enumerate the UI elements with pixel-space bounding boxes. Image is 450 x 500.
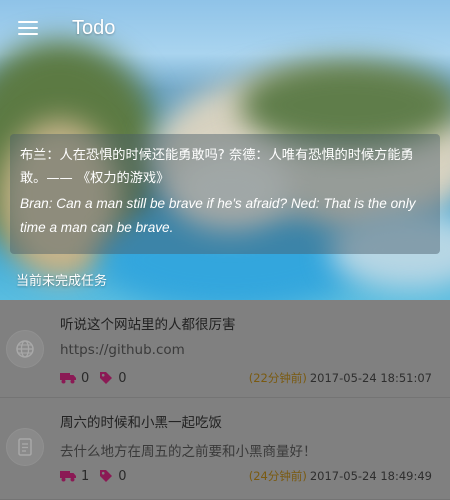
tag-count: 0 <box>118 370 127 386</box>
time-ago: (24分钟前) <box>248 469 307 483</box>
menu-button[interactable] <box>0 0 56 56</box>
task-item[interactable]: 周六的时候和小黑一起吃饭 去什么地方在周五的之前要和小黑商量好！ 1 0 (24… <box>0 398 450 500</box>
quote-english: Bran: Can a man still be brave if he's a… <box>20 196 416 235</box>
globe-icon <box>6 330 44 368</box>
app-bar: Todo <box>0 0 450 56</box>
section-label: 当前未完成任务 <box>16 274 108 289</box>
hamburger-icon <box>18 21 38 35</box>
timestamp: 2017-05-24 18:51:07 <box>309 371 432 385</box>
task-list: 听说这个网站里的人都很厉害 https://github.com 0 0 (22… <box>0 300 450 500</box>
truck-icon <box>60 373 76 384</box>
delivery-count: 0 <box>81 370 90 386</box>
task-title: 周六的时候和小黑一起吃饭 <box>60 415 222 431</box>
task-meta: 0 0 (22分钟前) 2017-05-24 18:51:07 <box>60 370 432 386</box>
header-background: Todo 布兰：人在恐惧的时候还能勇敢吗? 奈德：人唯有恐惧的时候方能勇敢。——… <box>0 0 450 300</box>
tag-count: 0 <box>118 468 127 484</box>
note-icon <box>6 428 44 466</box>
tag-icon <box>100 470 113 482</box>
quote-card: 布兰：人在恐惧的时候还能勇敢吗? 奈德：人唯有恐惧的时候方能勇敢。—— 《权力的… <box>10 134 440 254</box>
delivery-count: 1 <box>81 468 90 484</box>
time-ago: (22分钟前) <box>248 371 307 385</box>
timestamp: 2017-05-24 18:49:49 <box>309 469 432 483</box>
task-description: 去什么地方在周五的之前要和小黑商量好！ <box>60 444 317 460</box>
tag-icon <box>100 372 113 384</box>
task-meta: 1 0 (24分钟前) 2017-05-24 18:49:49 <box>60 468 432 484</box>
task-title: 听说这个网站里的人都很厉害 <box>60 317 236 333</box>
task-item[interactable]: 听说这个网站里的人都很厉害 https://github.com 0 0 (22… <box>0 300 450 398</box>
task-description: https://github.com <box>60 342 185 358</box>
app-title: Todo <box>72 16 116 39</box>
truck-icon <box>60 471 76 482</box>
quote-chinese: 布兰：人在恐惧的时候还能勇敢吗? 奈德：人唯有恐惧的时候方能勇敢。—— 《权力的… <box>20 148 414 186</box>
